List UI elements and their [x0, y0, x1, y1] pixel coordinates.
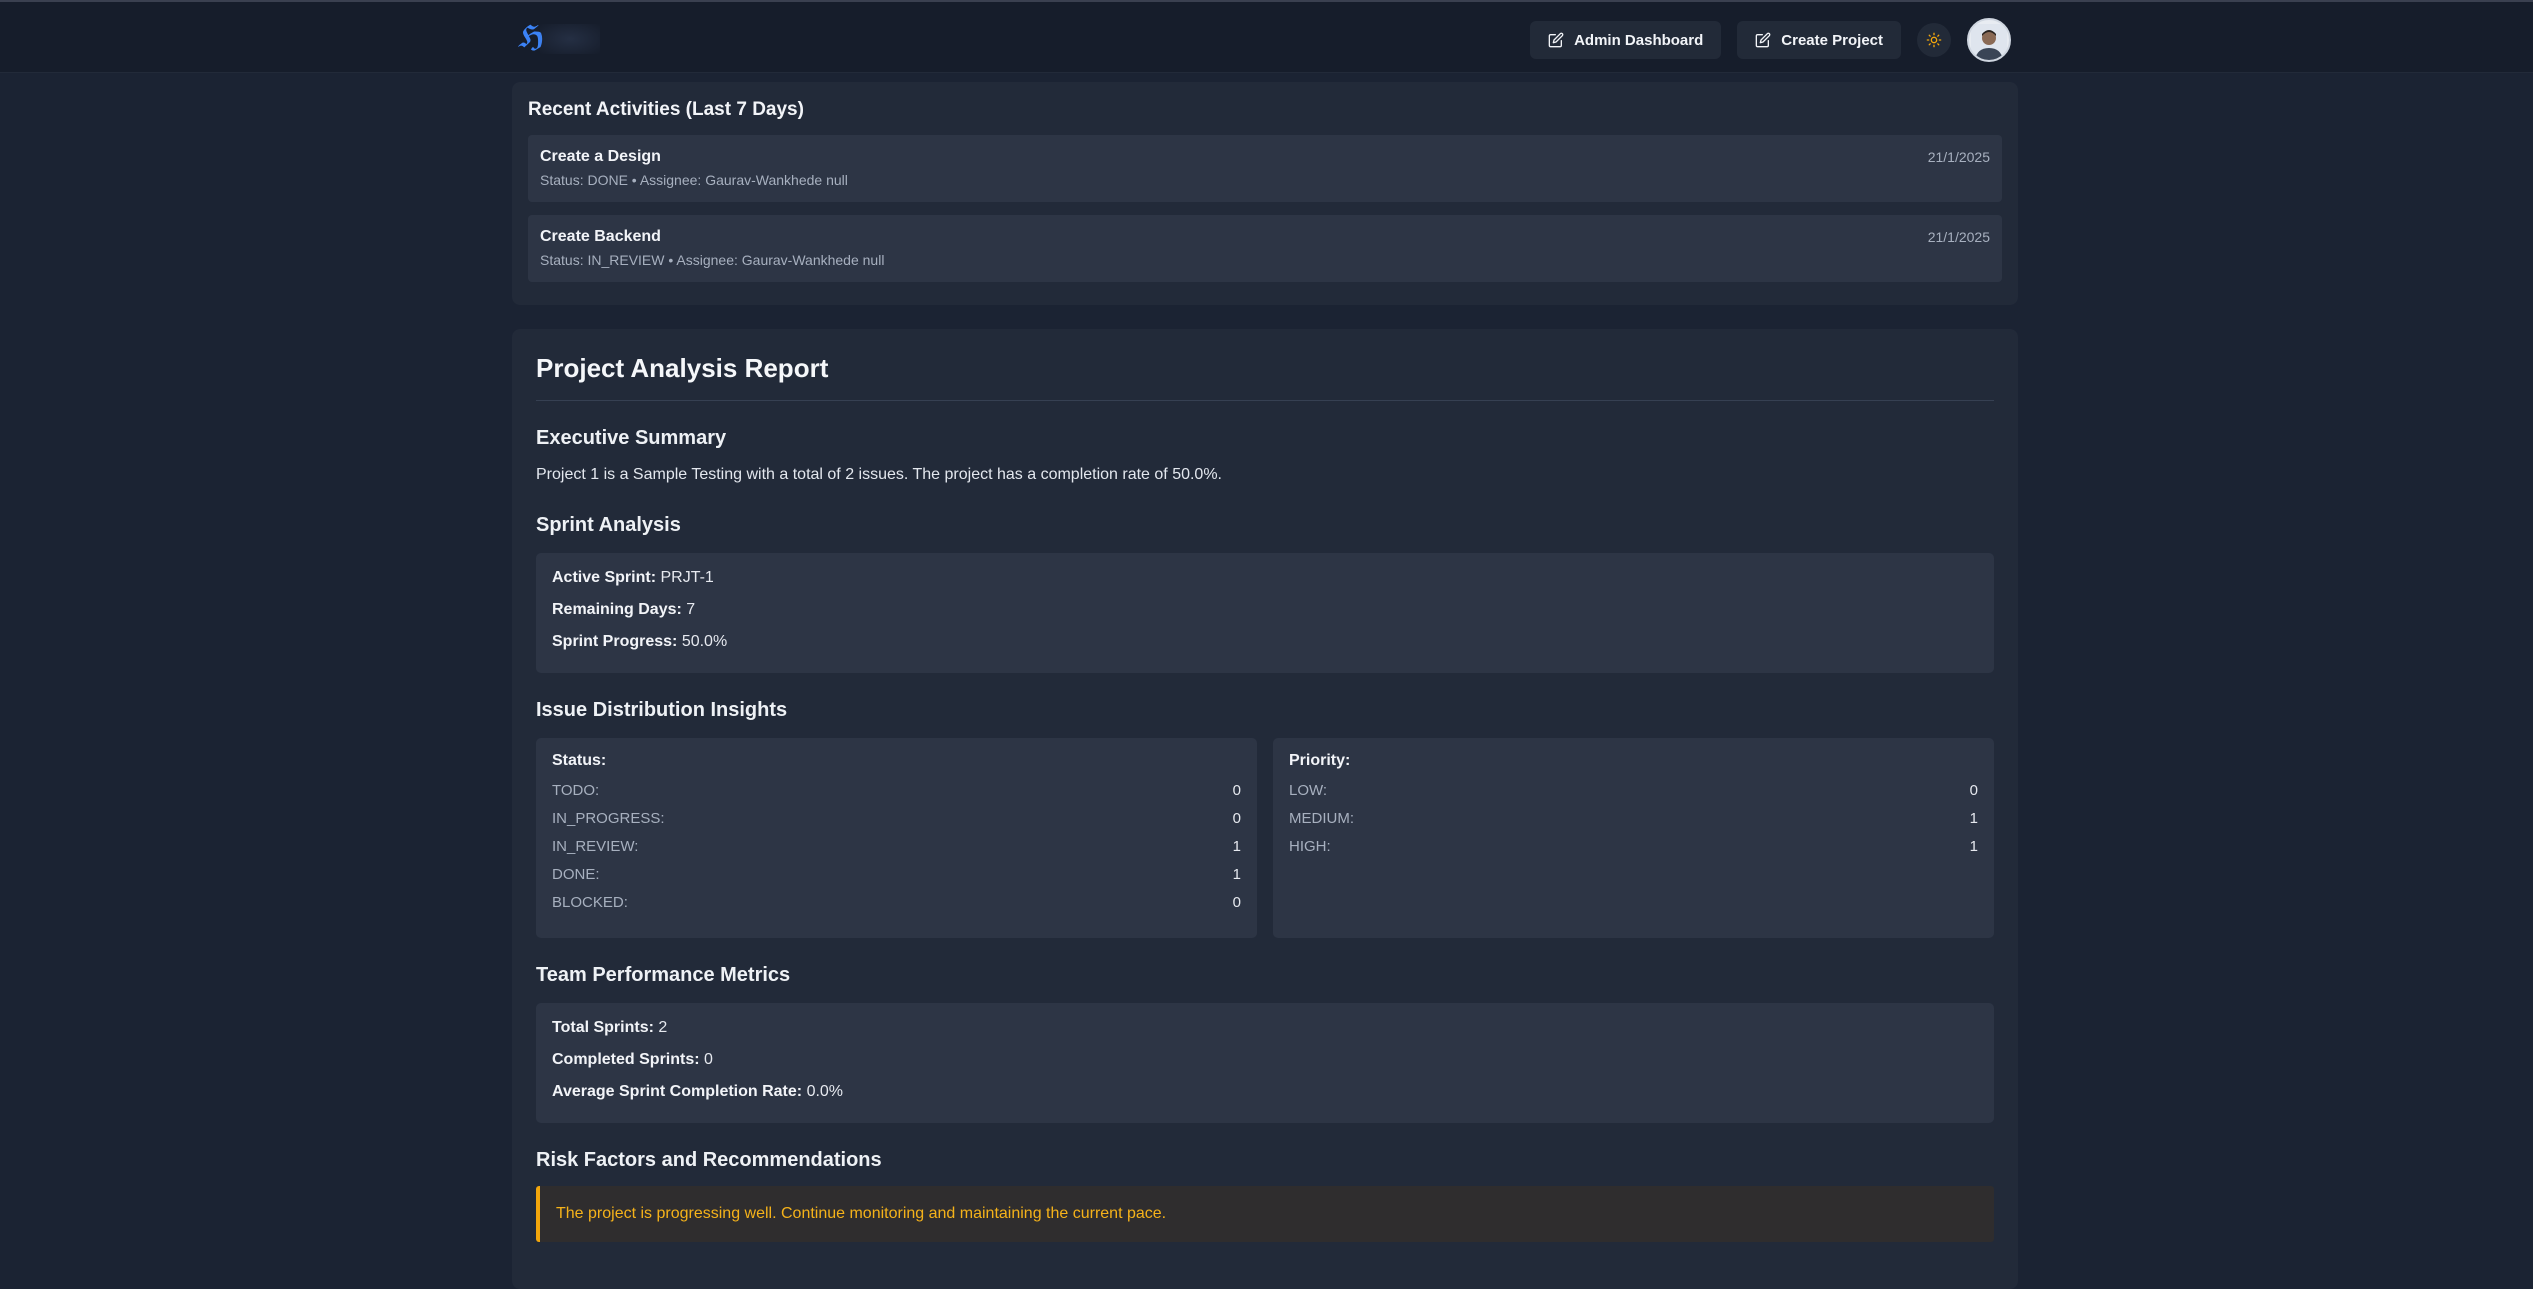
priority-row: LOW: 0: [1289, 780, 1978, 808]
avg-completion-value: 0.0%: [806, 1083, 844, 1100]
status-key: DONE:: [552, 866, 600, 883]
issue-distribution-row: Status: TODO: 0 IN_PROGRESS: 0 IN_REVIEW: 1…: [536, 738, 1994, 938]
status-heading: Status:: [552, 752, 607, 769]
project-analysis-report: Project Analysis Report Executive Summar…: [512, 329, 2018, 1289]
activity-item[interactable]: Create Backend Status: IN_REVIEW • Assig…: [528, 215, 2002, 282]
recent-activities-panel: Recent Activities (Last 7 Days) Create a…: [512, 82, 2018, 305]
priority-row: HIGH: 1: [1289, 836, 1978, 864]
total-sprints-label: Total Sprints:: [552, 1019, 654, 1036]
team-performance-heading: Team Performance Metrics: [536, 964, 791, 986]
risk-factors-heading: Risk Factors and Recommendations: [536, 1149, 882, 1171]
active-sprint-value: PRJT-1: [660, 569, 714, 586]
status-row: TODO: 0: [552, 780, 1241, 808]
executive-summary-heading: Executive Summary: [536, 427, 727, 449]
sprint-progress-row: Sprint Progress: 50.0%: [552, 631, 1978, 663]
issue-distribution-heading: Issue Distribution Insights: [536, 699, 788, 721]
status-row: BLOCKED: 0: [552, 892, 1241, 920]
admin-dashboard-button[interactable]: Admin Dashboard: [1530, 21, 1722, 59]
total-sprints-row: Total Sprints: 2: [552, 1017, 1978, 1049]
recent-activities-title: Recent Activities (Last 7 Days): [528, 99, 804, 120]
status-row: IN_REVIEW: 1: [552, 836, 1241, 864]
sprint-analysis-heading: Sprint Analysis: [536, 514, 681, 536]
completed-sprints-row: Completed Sprints: 0: [552, 1049, 1978, 1081]
logo-glow: [540, 24, 600, 54]
completed-sprints-label: Completed Sprints:: [552, 1051, 700, 1068]
app-logo[interactable]: ℌ: [518, 20, 608, 56]
edit-icon: [1548, 32, 1564, 48]
active-sprint-label: Active Sprint:: [552, 569, 657, 586]
nav-actions: Admin Dashboard Create Project: [1530, 18, 2011, 62]
status-value: 0: [1232, 782, 1241, 799]
activity-title: Create Backend: [540, 228, 661, 245]
status-distribution-card: Status: TODO: 0 IN_PROGRESS: 0 IN_REVIEW: 1…: [536, 738, 1257, 938]
active-sprint-row: Active Sprint: PRJT-1: [552, 567, 1978, 599]
activity-item[interactable]: Create a Design Status: DONE • Assignee:…: [528, 135, 2002, 202]
status-value: 1: [1232, 866, 1241, 883]
risk-recommendation-text: The project is progressing well. Continu…: [556, 1205, 1167, 1222]
priority-value: 1: [1969, 838, 1978, 855]
priority-row: MEDIUM: 1: [1289, 808, 1978, 836]
priority-value: 0: [1969, 782, 1978, 799]
status-row: DONE: 1: [552, 864, 1241, 892]
user-avatar[interactable]: [1967, 18, 2011, 62]
risk-recommendation-alert: The project is progressing well. Continu…: [536, 1186, 1994, 1242]
status-key: IN_REVIEW:: [552, 838, 639, 855]
total-sprints-value: 2: [658, 1019, 668, 1036]
avg-completion-row: Average Sprint Completion Rate: 0.0%: [552, 1081, 1978, 1113]
activity-meta: Status: IN_REVIEW • Assignee: Gaurav-Wan…: [540, 252, 885, 268]
activity-date: 21/1/2025: [1927, 229, 1990, 245]
priority-heading: Priority:: [1289, 752, 1351, 769]
theme-toggle-button[interactable]: [1917, 23, 1951, 57]
admin-dashboard-label: Admin Dashboard: [1574, 31, 1704, 49]
status-row: IN_PROGRESS: 0: [552, 808, 1241, 836]
activity-meta: Status: DONE • Assignee: Gaurav-Wankhede…: [540, 172, 848, 188]
priority-distribution-card: Priority: LOW: 0 MEDIUM: 1 HIGH: 1: [1273, 738, 1994, 938]
priority-key: MEDIUM:: [1289, 810, 1354, 827]
status-value: 1: [1232, 838, 1241, 855]
create-project-button[interactable]: Create Project: [1737, 21, 1901, 59]
sprint-progress-value: 50.0%: [681, 633, 728, 650]
create-project-label: Create Project: [1781, 31, 1883, 49]
avg-completion-label: Average Sprint Completion Rate:: [552, 1083, 803, 1100]
sprint-analysis-card: Active Sprint: PRJT-1 Remaining Days: 7 …: [536, 553, 1994, 673]
priority-key: HIGH:: [1289, 838, 1331, 855]
status-key: BLOCKED:: [552, 894, 628, 911]
status-key: TODO:: [552, 782, 600, 799]
activity-date: 21/1/2025: [1927, 149, 1990, 165]
edit-icon: [1755, 32, 1771, 48]
status-value: 0: [1232, 810, 1241, 827]
status-value: 0: [1232, 894, 1241, 911]
priority-value: 1: [1969, 810, 1978, 827]
top-navbar: ℌ Admin Dashboard Create Project: [0, 0, 2533, 73]
activity-title: Create a Design: [540, 148, 661, 165]
completed-sprints-value: 0: [704, 1051, 713, 1068]
report-title: Project Analysis Report: [536, 353, 1994, 401]
remaining-days-value: 7: [686, 601, 696, 618]
priority-key: LOW:: [1289, 782, 1328, 799]
status-key: IN_PROGRESS:: [552, 810, 665, 827]
remaining-days-row: Remaining Days: 7: [552, 599, 1978, 631]
sun-icon: [1926, 32, 1942, 48]
sprint-progress-label: Sprint Progress:: [552, 633, 678, 650]
team-performance-card: Total Sprints: 2 Completed Sprints: 0 Av…: [536, 1003, 1994, 1123]
executive-summary-text: Project 1 is a Sample Testing with a tot…: [536, 466, 1222, 483]
user-photo-icon: [1971, 24, 2007, 60]
remaining-days-label: Remaining Days:: [552, 601, 682, 618]
